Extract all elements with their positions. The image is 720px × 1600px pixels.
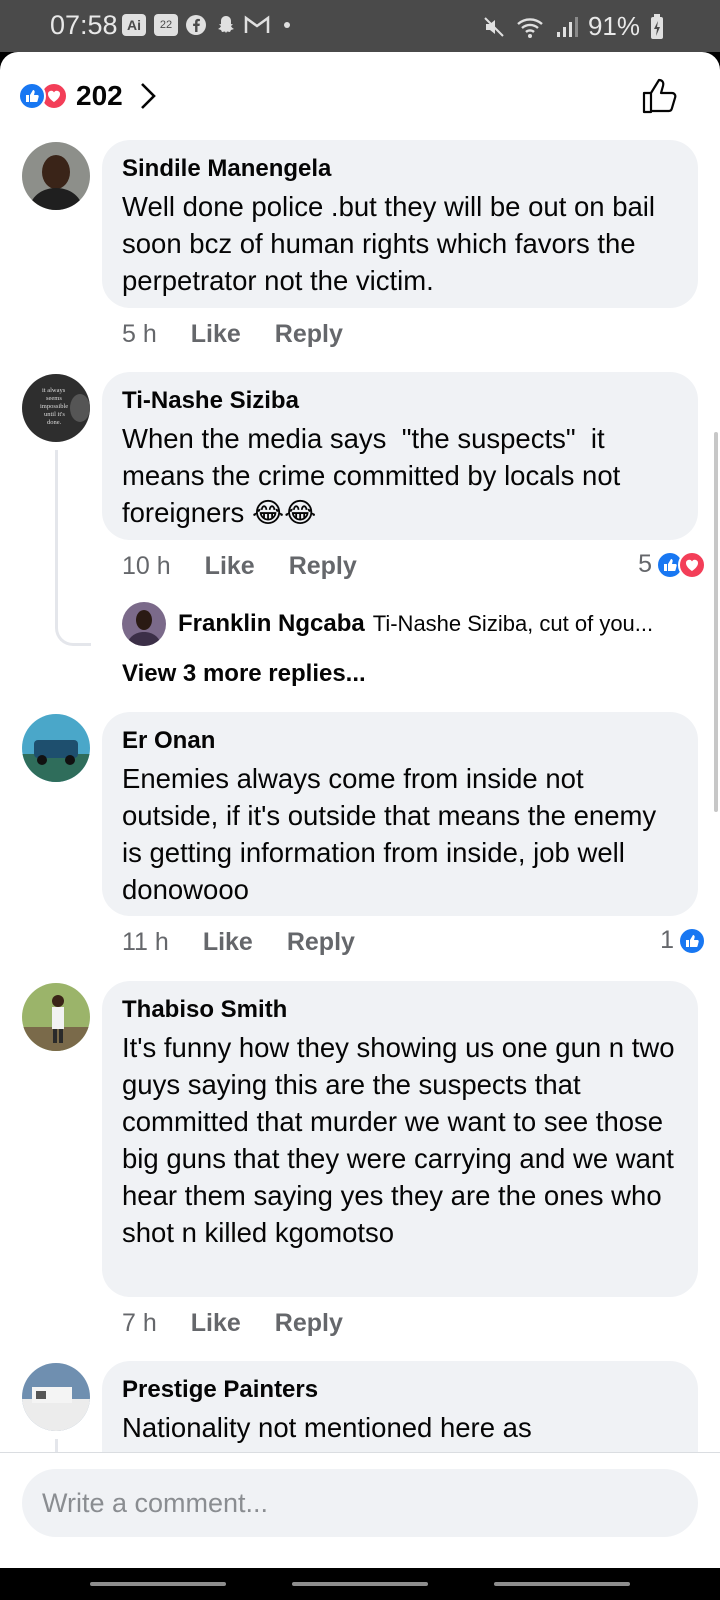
like-button[interactable]: Like xyxy=(205,552,255,581)
battery-level: 91% xyxy=(587,11,640,41)
comment-reactions[interactable]: 5 xyxy=(638,550,706,579)
comment-text: Enemies always come from inside not outs… xyxy=(122,763,664,905)
avatar[interactable]: it always seems impossible until it's do… xyxy=(22,374,90,442)
reply-button[interactable]: Reply xyxy=(275,320,343,349)
comment-actions: 11 h Like Reply xyxy=(122,928,355,957)
avatar-quote-line-1: it always xyxy=(42,387,66,394)
reply-snippet: Ti-Nashe Siziba, cut of you... xyxy=(372,611,654,636)
comment-author[interactable]: Er Onan xyxy=(122,726,678,756)
scrollbar[interactable] xyxy=(714,432,718,812)
comment-time: 11 h xyxy=(122,928,169,956)
comment-time: 7 h xyxy=(122,1309,157,1337)
comment-text-body: When the media says "the suspects" it me… xyxy=(122,423,628,528)
thumbs-up-icon[interactable] xyxy=(640,76,680,116)
thread-line xyxy=(55,450,91,646)
reaction-count: 202 xyxy=(76,80,123,111)
comment-bubble[interactable]: Thabiso Smith It's funny how they showin… xyxy=(102,981,698,1297)
like-reaction-icon xyxy=(18,82,46,110)
facebook-icon xyxy=(186,15,206,35)
comment-bubble[interactable]: Er Onan Enemies always come from inside … xyxy=(102,712,698,916)
comment-time: 5 h xyxy=(122,320,157,348)
reply-avatar[interactable] xyxy=(122,602,166,646)
calendar-icon: 22 xyxy=(154,14,178,36)
more-dot-icon xyxy=(284,22,290,28)
wifi-icon xyxy=(517,17,543,38)
ai-app-icon: Ai xyxy=(122,14,146,36)
system-nav-bar xyxy=(0,1568,720,1600)
comment-composer xyxy=(0,1452,720,1568)
comment-text: When the media says "the suspects" it me… xyxy=(122,420,678,531)
avatar-quote-line-5: done. xyxy=(47,419,62,426)
reply-author[interactable]: Franklin Ngcaba xyxy=(178,610,365,638)
laughing-emoji: 😂😂 xyxy=(251,497,317,528)
reply-button[interactable]: Reply xyxy=(287,928,355,957)
comment-author[interactable]: Thabiso Smith xyxy=(122,995,678,1025)
avatar-quote-line-3: impossible xyxy=(40,403,68,410)
view-more-replies-link[interactable]: View 3 more replies... xyxy=(122,660,366,688)
comment-reaction-count: 1 xyxy=(660,926,674,954)
mute-icon xyxy=(484,16,504,37)
avatar-quote-line-4: until it's xyxy=(44,411,65,418)
avatar[interactable] xyxy=(22,1363,90,1431)
snapchat-icon xyxy=(218,16,234,33)
comment-text: It's funny how they showing us one gun n… xyxy=(122,1032,683,1248)
status-bar: 07:58 Ai 22 91% xyxy=(0,0,720,52)
nav-back[interactable] xyxy=(494,1582,630,1586)
comment-author[interactable]: Prestige Painters xyxy=(122,1375,678,1405)
status-indicators: 91% xyxy=(482,11,664,42)
comment-time: 10 h xyxy=(122,552,171,580)
like-button[interactable]: Like xyxy=(191,1309,241,1338)
battery-charging-icon xyxy=(651,13,663,39)
comment-actions: 7 h Like Reply xyxy=(122,1309,343,1338)
avatar[interactable] xyxy=(22,983,90,1051)
like-button[interactable]: Like xyxy=(191,320,241,349)
comments-sheet: 202 Sindile Manengela Well done police .… xyxy=(0,52,720,1568)
comment-actions: 10 h Like Reply xyxy=(122,552,357,581)
chevron-right-icon xyxy=(140,83,156,109)
comment-bubble[interactable]: Sindile Manengela Well done police .but … xyxy=(102,140,698,308)
avatar-quote-line-2: seems xyxy=(46,395,62,402)
comment-text: Nationality not mentioned here as xyxy=(122,1412,532,1443)
comment-actions: 5 h Like Reply xyxy=(122,320,343,349)
comment-reactions[interactable]: 1 xyxy=(660,926,706,955)
signal-icon xyxy=(556,16,578,37)
like-reaction-icon xyxy=(678,926,706,955)
comment-author[interactable]: Ti-Nashe Siziba xyxy=(122,386,678,416)
love-reaction-icon xyxy=(678,550,706,579)
reply-preview[interactable]: Franklin Ngcaba Ti-Nashe Siziba, cut of … xyxy=(122,602,692,646)
avatar[interactable] xyxy=(22,714,90,782)
like-button[interactable]: Like xyxy=(203,928,253,957)
comment-reaction-count: 5 xyxy=(638,550,652,578)
clock: 07:58 xyxy=(50,10,118,40)
comment-text: Well done police .but they will be out o… xyxy=(122,191,663,296)
avatar[interactable] xyxy=(22,142,90,210)
gmail-icon xyxy=(244,15,270,33)
comment-bubble[interactable]: Ti-Nashe Siziba When the media says "the… xyxy=(102,372,698,540)
nav-recent-apps[interactable] xyxy=(90,1582,226,1586)
reactions-summary[interactable]: 202 xyxy=(18,76,157,116)
write-comment-input[interactable] xyxy=(22,1469,698,1537)
comment-author[interactable]: Sindile Manengela xyxy=(122,154,678,184)
nav-home[interactable] xyxy=(292,1582,428,1586)
reply-button[interactable]: Reply xyxy=(289,552,357,581)
reply-button[interactable]: Reply xyxy=(275,1309,343,1338)
